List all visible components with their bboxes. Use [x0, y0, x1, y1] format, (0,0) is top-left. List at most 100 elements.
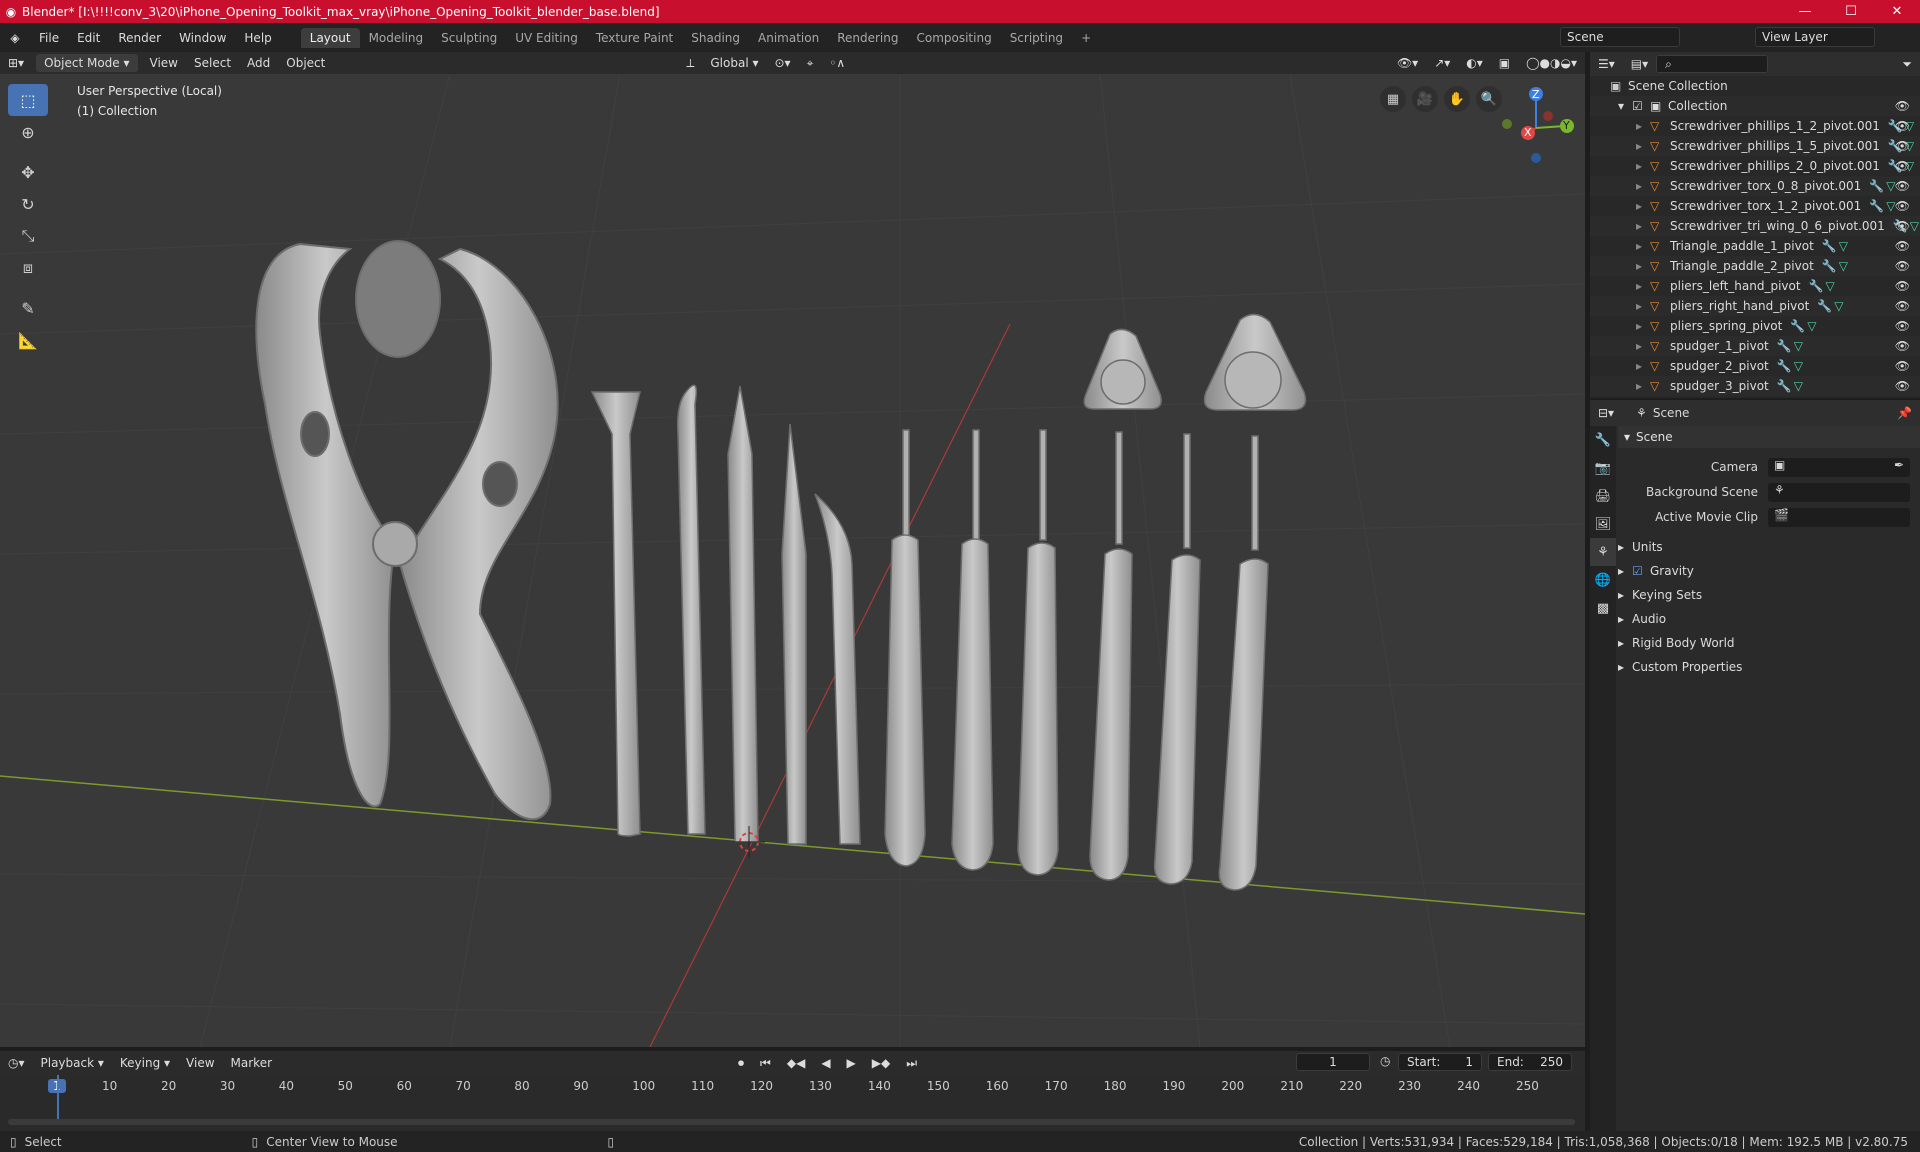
play-icon[interactable]: ▶	[839, 1054, 864, 1072]
maximize-button[interactable]: ☐	[1828, 4, 1874, 19]
tab-rendering[interactable]: Rendering	[828, 28, 907, 48]
custom-properties-panel[interactable]: ▸ Custom Properties	[1618, 660, 1742, 674]
timeline-tick-label[interactable]: 230	[1398, 1079, 1421, 1093]
expand-arrow-icon[interactable]: ▾	[1618, 99, 1632, 113]
tree-row-collection[interactable]: ▾ ☑ ▣ Collection 👁	[1590, 96, 1920, 116]
view-layer-tab-icon[interactable]: 🖼	[1590, 510, 1616, 538]
output-tab-icon[interactable]: 🖨	[1590, 482, 1616, 510]
record-icon[interactable]: ⏺	[730, 1054, 752, 1073]
units-panel[interactable]: ▸ Units	[1618, 540, 1663, 554]
marker-menu[interactable]: Marker	[223, 1054, 280, 1072]
shading-modes-icon[interactable]: ◯●◑◒▾	[1518, 54, 1585, 72]
eye-icon[interactable]: 👁	[1895, 159, 1910, 173]
eye-icon[interactable]: 👁	[1895, 199, 1910, 213]
world-tab-icon[interactable]: 🌐	[1590, 566, 1616, 594]
add-workspace-button[interactable]: +	[1072, 28, 1100, 48]
zoom-icon[interactable]: 🔍	[1476, 86, 1502, 112]
menu-edit[interactable]: Edit	[68, 31, 109, 45]
next-keyframe-icon[interactable]: ▶◆	[864, 1054, 898, 1072]
timeline-tick-label[interactable]: 250	[1516, 1079, 1539, 1093]
eye-icon[interactable]: 👁	[1895, 279, 1910, 293]
timeline-tick-label[interactable]: 120	[750, 1079, 773, 1093]
eye-icon[interactable]: 👁	[1895, 339, 1910, 353]
gravity-checkbox[interactable]: ☑	[1632, 564, 1650, 578]
menu-render[interactable]: Render	[109, 31, 170, 45]
eye-icon[interactable]: 👁	[1895, 299, 1910, 313]
expand-arrow-icon[interactable]: ▸	[1636, 279, 1650, 293]
expand-arrow-icon[interactable]: ▸	[1636, 319, 1650, 333]
outliner-display-mode-icon[interactable]: ▤▾	[1623, 55, 1656, 73]
gravity-panel[interactable]: ▸ ☑ Gravity	[1618, 564, 1694, 578]
end-frame-field[interactable]: End: 250	[1488, 1053, 1572, 1071]
gizmo-toggle-icon[interactable]: ↗▾	[1426, 54, 1458, 72]
xray-icon[interactable]: ▣	[1491, 54, 1518, 72]
rigid-body-world-panel[interactable]: ▸ Rigid Body World	[1618, 636, 1735, 650]
outliner-object-row[interactable]: ▸ ▽ Screwdriver_torx_0_8_pivot.001 🔧 ▽ 👁	[1590, 176, 1920, 196]
viewport-menu-view[interactable]: View	[142, 54, 186, 72]
start-frame-field[interactable]: Start: 1	[1398, 1053, 1482, 1071]
timeline-tick-label[interactable]: 160	[986, 1079, 1009, 1093]
minimize-button[interactable]: —	[1782, 4, 1828, 19]
audio-panel[interactable]: ▸ Audio	[1618, 612, 1666, 626]
outliner-object-row[interactable]: ▸ ▽ pliers_left_hand_pivot 🔧 ▽ 👁	[1590, 276, 1920, 296]
timeline[interactable]: 1102030405060708090100110120130140150160…	[0, 1075, 1585, 1131]
expand-arrow-icon[interactable]: ▸	[1636, 159, 1650, 173]
mode-selector[interactable]: Object Mode ▾	[36, 54, 138, 72]
current-frame-field[interactable]: 1	[1296, 1053, 1370, 1071]
active-movie-clip-field[interactable]: 🎬	[1768, 508, 1910, 527]
eye-icon[interactable]: 👁	[1895, 259, 1910, 273]
pan-hand-icon[interactable]: ✋	[1444, 86, 1470, 112]
move-icon[interactable]: ✥	[8, 156, 48, 188]
outliner-object-row[interactable]: ▸ ▽ Screwdriver_phillips_1_2_pivot.001 🔧 ▽ 👁	[1590, 116, 1920, 136]
tab-compositing[interactable]: Compositing	[907, 28, 1000, 48]
tree-row-scene-collection[interactable]: ▣ Scene Collection	[1590, 76, 1920, 96]
timeline-tick-label[interactable]: 110	[691, 1079, 714, 1093]
keying-sets-panel[interactable]: ▸ Keying Sets	[1618, 588, 1702, 602]
eye-icon[interactable]: 👁	[1895, 139, 1910, 153]
timeline-tick-label[interactable]: 30	[220, 1079, 235, 1093]
outliner-object-row[interactable]: ▸ ▽ pliers_spring_pivot 🔧 ▽ 👁	[1590, 316, 1920, 336]
properties-editor-type-icon[interactable]: ⊟▾	[1590, 404, 1622, 422]
snap-icon[interactable]: ⌖	[799, 54, 822, 73]
outliner-object-row[interactable]: ▸ ▽ Screwdriver_tri_wing_0_6_pivot.001 🔧 ▽ 👁	[1590, 216, 1920, 236]
timeline-tick-label[interactable]: 80	[514, 1079, 529, 1093]
select-box-icon[interactable]: ⬚	[8, 84, 48, 116]
tab-shading[interactable]: Shading	[682, 28, 749, 48]
camera-view-icon[interactable]: 🎥	[1412, 86, 1438, 112]
eye-icon[interactable]: 👁	[1895, 239, 1910, 253]
eye-icon[interactable]: 👁	[1895, 119, 1910, 133]
playback-menu[interactable]: Playback ▾	[33, 1054, 112, 1072]
timeline-tick-label[interactable]: 220	[1339, 1079, 1362, 1093]
viewport-menu-add[interactable]: Add	[239, 54, 278, 72]
eye-icon[interactable]: 👁	[1895, 179, 1910, 193]
timeline-tick-label[interactable]: 10	[102, 1079, 117, 1093]
timeline-tick-label[interactable]: 70	[456, 1079, 471, 1093]
close-button[interactable]: ✕	[1874, 4, 1920, 19]
expand-arrow-icon[interactable]: ▸	[1636, 379, 1650, 393]
expand-arrow-icon[interactable]: ▸	[1636, 259, 1650, 273]
outliner-object-row[interactable]: ▸ ▽ spudger_1_pivot 🔧 ▽ 👁	[1590, 336, 1920, 356]
menu-help[interactable]: Help	[235, 31, 280, 45]
cursor-icon[interactable]: ⊕	[8, 116, 48, 148]
outliner-search-input[interactable]: ⌕	[1656, 55, 1769, 73]
timeline-tick-label[interactable]: 190	[1163, 1079, 1186, 1093]
transform-orientation[interactable]: Global ▾	[702, 54, 766, 72]
tab-scripting[interactable]: Scripting	[1001, 28, 1072, 48]
measure-icon[interactable]: 📐	[8, 324, 48, 356]
expand-arrow-icon[interactable]: ▸	[1636, 359, 1650, 373]
tab-uv-editing[interactable]: UV Editing	[506, 28, 587, 48]
scene-panel-header[interactable]: ▾ Scene	[1618, 426, 1920, 448]
outliner-object-row[interactable]: ▸ ▽ spudger_3_pivot 🔧 ▽ 👁	[1590, 376, 1920, 396]
timeline-tick-label[interactable]: 240	[1457, 1079, 1480, 1093]
clock-icon[interactable]: ◷	[1380, 1054, 1390, 1068]
tool-tab-icon[interactable]: 🔧	[1590, 426, 1616, 454]
timeline-tick-label[interactable]: 140	[868, 1079, 891, 1093]
viewport-menu-object[interactable]: Object	[278, 54, 333, 72]
outliner-object-row[interactable]: ▸ ▽ spudger_2_pivot 🔧 ▽ 👁	[1590, 356, 1920, 376]
outliner-object-row[interactable]: ▸ ▽ Screwdriver_torx_1_2_pivot.001 🔧 ▽ 👁	[1590, 196, 1920, 216]
timeline-tick-label[interactable]: 200	[1221, 1079, 1244, 1093]
expand-arrow-icon[interactable]: ▸	[1636, 119, 1650, 133]
timeline-tick-label[interactable]: 20	[161, 1079, 176, 1093]
tab-layout[interactable]: Layout	[300, 27, 360, 48]
pin-icon[interactable]: 📌	[1889, 404, 1920, 422]
